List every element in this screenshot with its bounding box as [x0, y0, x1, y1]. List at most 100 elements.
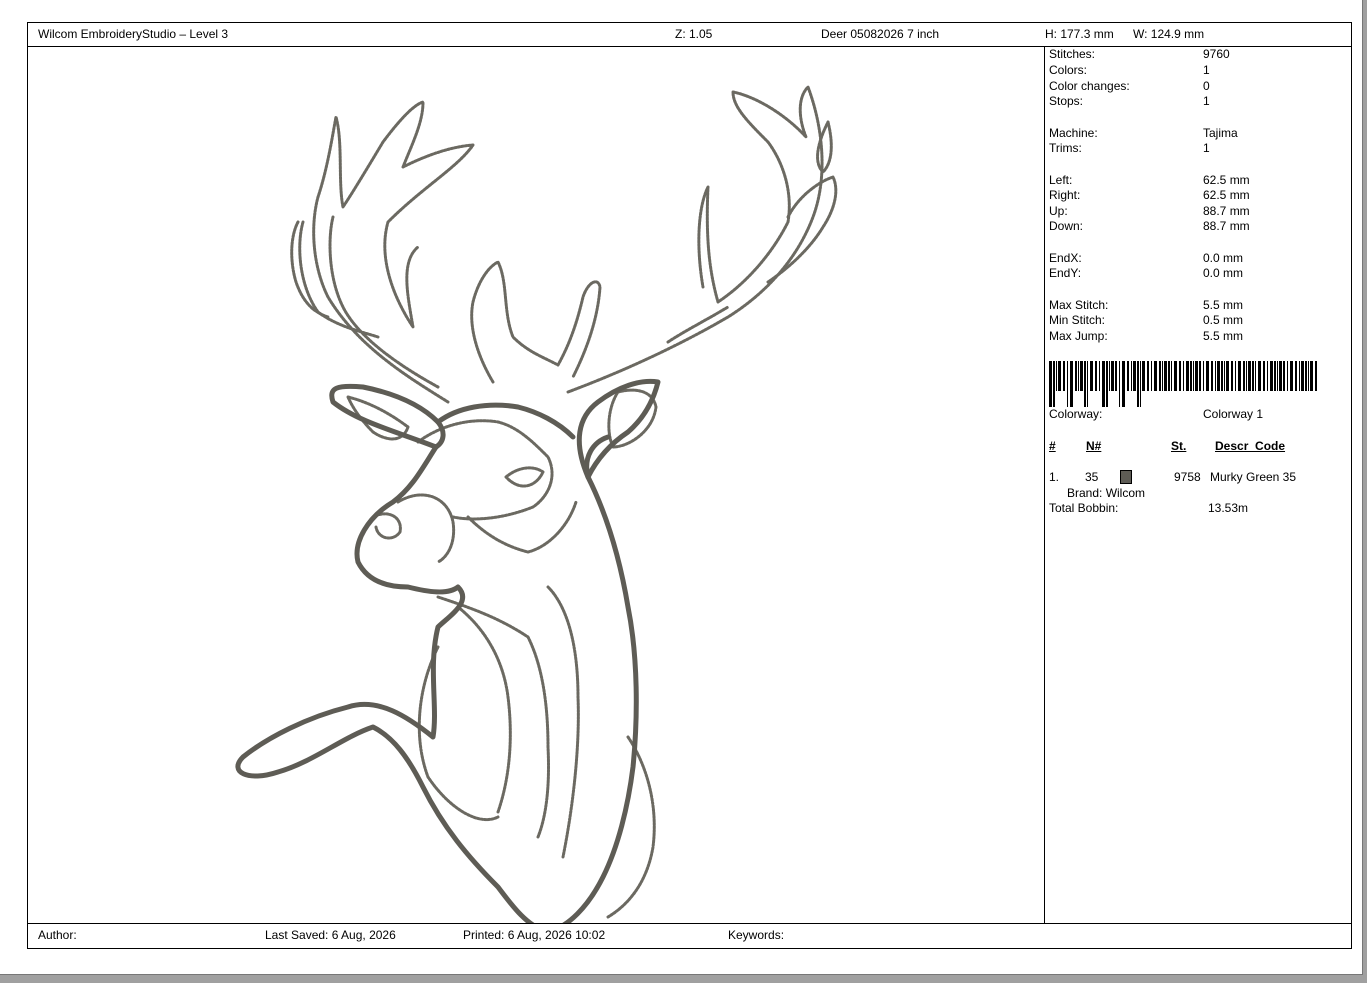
barcode-bar: [1217, 361, 1220, 391]
col-header-st: St.: [1171, 439, 1187, 453]
barcode-bar: [1142, 361, 1145, 391]
report-header: Wilcom EmbroideryStudio – Level 3 Z: 1.0…: [28, 23, 1351, 47]
barcode-bar: [1133, 361, 1136, 391]
barcode-bar: [1151, 361, 1152, 391]
barcode-bar: [1193, 361, 1194, 391]
barcode-bar: [1263, 361, 1265, 391]
neck-fur-1: [436, 595, 550, 839]
color-changes-row: Color changes: 0: [1049, 79, 1210, 93]
barcode-bar: [1270, 361, 1273, 391]
barcode-bar: [1195, 361, 1198, 391]
report-frame: Wilcom EmbroideryStudio – Level 3 Z: 1.0…: [27, 22, 1352, 949]
thread-row-descr: Murky Green 35: [1210, 470, 1297, 484]
left-antler-inner: [298, 215, 440, 389]
barcode-bar: [1179, 361, 1181, 391]
barcode-bar: [1287, 361, 1288, 391]
barcode-bar: [1238, 361, 1241, 391]
barcode-bar: [1315, 361, 1317, 391]
barcode-bar: [1174, 361, 1177, 391]
min-stitch-row: Min Stitch: 0.5 mm: [1049, 313, 1244, 327]
left-antler-outer: [312, 100, 475, 404]
barcode-bar: [1246, 361, 1247, 391]
total-bobbin-row: Total Bobbin: 13.53m: [1049, 501, 1249, 515]
barcode-bar: [1206, 361, 1209, 391]
zoom-level: Z: 1.05: [675, 27, 713, 41]
barcode-bar: [1226, 361, 1229, 391]
barcode-bar: [1224, 361, 1225, 391]
barcode-bar: [1080, 361, 1083, 391]
barcode-bar: [1090, 361, 1093, 391]
endx-row: EndX: 0.0 mm: [1049, 251, 1244, 265]
barcode-bar: [1211, 361, 1213, 391]
barcode-bar: [1199, 361, 1201, 391]
barcode-bar: [1235, 361, 1236, 391]
head-outline: [235, 444, 535, 923]
machine-row: Machine: Tajima: [1049, 126, 1238, 140]
barcode-bar: [1070, 361, 1073, 407]
design-preview: [28, 47, 1044, 923]
barcode-bar: [1075, 361, 1077, 391]
barcode-bar: [1058, 361, 1061, 391]
thread-brand: Brand: Wilcom: [1067, 486, 1146, 500]
trims-row: Trims: 1: [1049, 141, 1210, 155]
barcode-bar: [1137, 361, 1139, 407]
barcode-bar: [1279, 361, 1282, 391]
stitches-value: 9760: [1203, 47, 1230, 61]
barcode-bar: [1171, 361, 1172, 391]
barcode-bar: [1154, 361, 1157, 391]
face-line: [416, 419, 554, 521]
barcode-bar: [1049, 361, 1052, 407]
thread-row-st: 9758: [1174, 470, 1201, 484]
center-antler: [470, 260, 602, 384]
deer-embroidery-drawing: [235, 85, 838, 923]
barcode-bar: [1109, 361, 1110, 391]
barcode-bar: [1243, 361, 1245, 391]
thread-row-num: 1.: [1049, 470, 1060, 484]
col-header-n: N#: [1086, 439, 1102, 453]
design-height: H: 177.3 mm: [1045, 27, 1114, 41]
barcode-bar: [1053, 361, 1055, 407]
right-antler-outer: [566, 85, 824, 394]
eye: [504, 466, 545, 488]
endy-row: EndY: 0.0 mm: [1049, 266, 1244, 280]
report-footer: Author: Last Saved: 6 Aug, 2026 Printed:…: [28, 923, 1351, 948]
barcode-bar: [1162, 361, 1163, 391]
barcode-bar: [1119, 361, 1120, 407]
printed-date: Printed: 6 Aug, 2026 10:02: [463, 928, 606, 942]
barcode-bar: [1106, 361, 1108, 407]
max-jump-row: Max Jump: 5.5 mm: [1049, 329, 1244, 343]
barcode-bar: [1231, 361, 1233, 391]
author-label: Author:: [38, 928, 77, 942]
barcode-bar: [1122, 361, 1125, 407]
barcode: [1049, 361, 1317, 407]
barcode-bar: [1183, 361, 1184, 391]
barcode-bar: [1301, 361, 1304, 391]
barcode-bar: [1308, 361, 1309, 391]
muzzle: [396, 493, 456, 564]
barcode-bar: [1111, 361, 1114, 391]
keywords-label: Keywords:: [728, 928, 785, 942]
colors-row: Colors: 1: [1049, 63, 1210, 77]
up-row: Up: 88.7 mm: [1049, 204, 1250, 218]
down-row: Down: 88.7 mm: [1049, 219, 1250, 233]
barcode-bar: [1159, 361, 1161, 391]
barcode-bar: [1221, 361, 1223, 391]
barcode-bar: [1095, 361, 1097, 391]
barcode-bar: [1078, 361, 1079, 391]
right-antler-branch: [766, 175, 838, 284]
barcode-bar: [1310, 361, 1313, 391]
design-info-panel: Stitches: 9760 Colors: 1 Color changes: 0 S…: [1044, 47, 1351, 923]
barcode-bar: [1258, 361, 1261, 391]
colorway-row: Colorway: Colorway 1: [1049, 407, 1264, 421]
neck-fur-3: [456, 605, 512, 814]
barcode-bar: [1215, 361, 1216, 391]
neck-fur-4: [546, 585, 580, 859]
barcode-bar: [1190, 361, 1192, 391]
barcode-bar: [1164, 361, 1167, 391]
barcode-bar: [1131, 361, 1132, 391]
barcode-bar: [1252, 361, 1254, 391]
barcode-bar: [1255, 361, 1256, 391]
barcode-bar: [1087, 361, 1088, 407]
col-header-num: #: [1049, 439, 1056, 453]
design-name: Deer 05082026 7 inch: [821, 27, 940, 41]
